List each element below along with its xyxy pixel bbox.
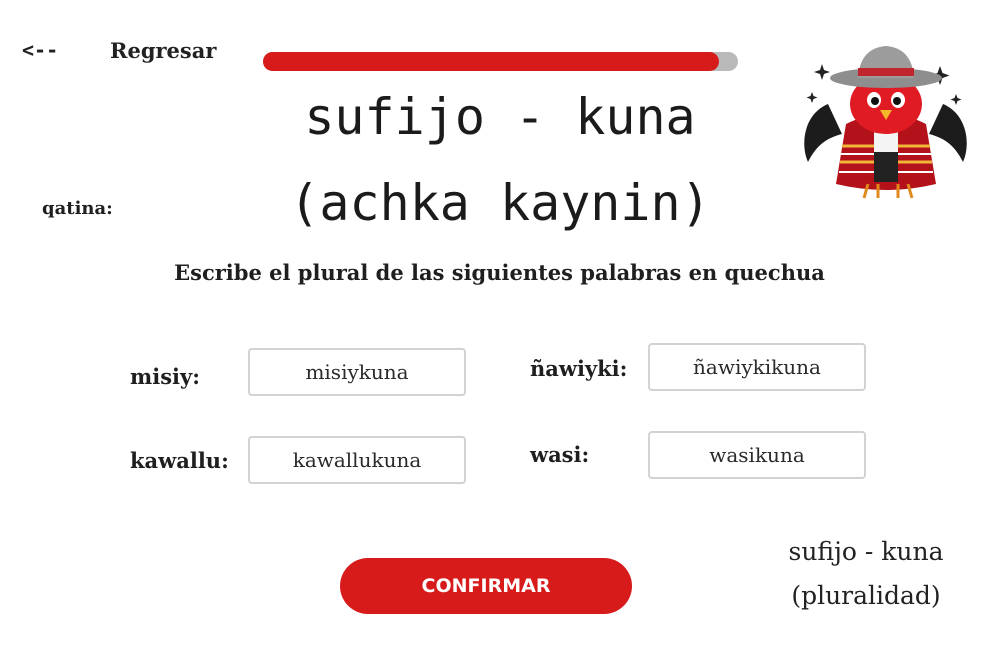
word-label-wasi: wasi: xyxy=(530,442,590,467)
lesson-subtitle: (achka kaynin) xyxy=(289,174,711,232)
instruction-text: Escribe el plural de las siguientes pala… xyxy=(174,260,825,285)
answer-input-wasi[interactable] xyxy=(648,431,866,479)
answer-input-misiy[interactable] xyxy=(248,348,466,396)
back-arrow-icon[interactable]: <-- xyxy=(22,38,58,62)
lesson-title: sufijo - kuna xyxy=(304,88,696,146)
word-label-misiy: misiy: xyxy=(130,364,200,389)
progress-bar-fill xyxy=(263,52,719,71)
side-label: qatina: xyxy=(42,198,113,219)
note-line2: (pluralidad) xyxy=(791,581,941,610)
word-label-kawallu: kawallu: xyxy=(130,448,229,473)
note-line1: sufijo - kuna xyxy=(788,537,944,566)
answer-input-nawiyki[interactable] xyxy=(648,343,866,391)
back-button[interactable]: Regresar xyxy=(110,38,216,63)
answer-input-kawallu[interactable] xyxy=(248,436,466,484)
andean-bird-mascot-icon xyxy=(804,46,967,199)
progress-bar xyxy=(263,52,738,71)
confirm-button[interactable]: CONFIRMAR xyxy=(340,558,632,614)
word-label-nawiyki: ñawiyki: xyxy=(530,356,628,381)
